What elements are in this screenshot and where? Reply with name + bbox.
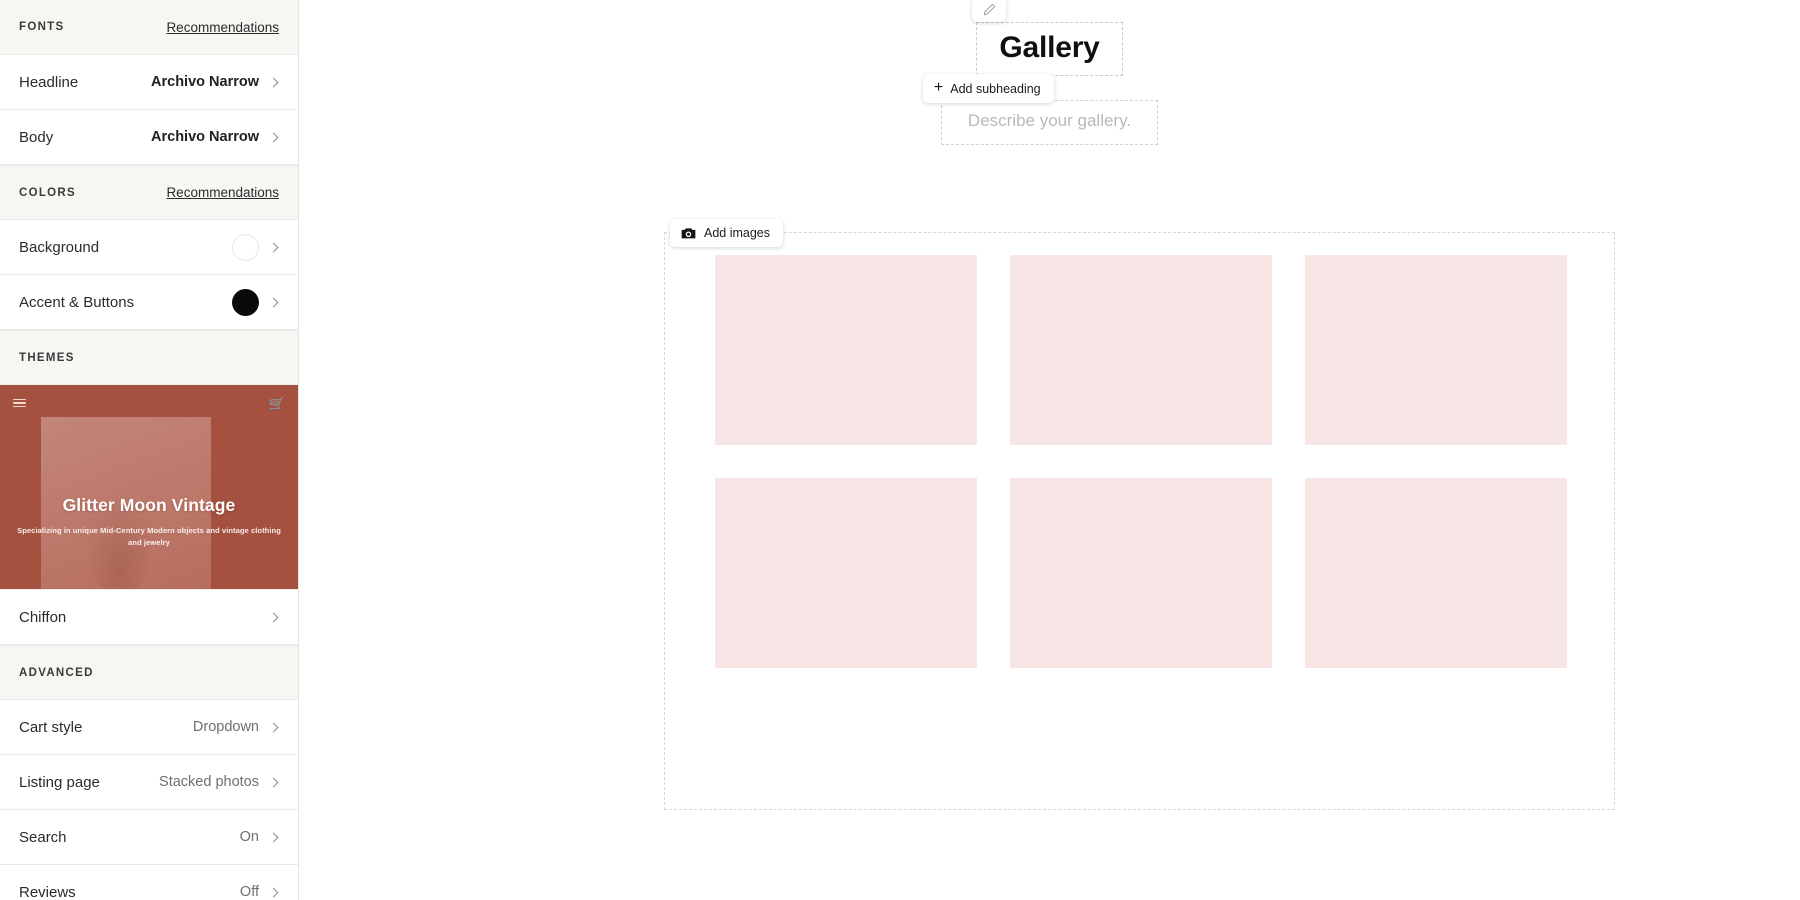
row-background-color[interactable]: Background xyxy=(0,220,298,275)
chevron-right-icon xyxy=(268,612,279,622)
row-cart-style[interactable]: Cart style Dropdown xyxy=(0,700,298,755)
row-right-body: Archivo Narrow xyxy=(151,129,279,145)
accent-color-swatch[interactable] xyxy=(232,288,259,316)
row-value-listing-page: Stacked photos xyxy=(159,774,259,790)
gallery-tile[interactable] xyxy=(1305,255,1567,445)
gallery-tile[interactable] xyxy=(715,478,977,668)
theme-preview-tagline: Specializing in unique Mid-Century Moder… xyxy=(17,526,281,548)
camera-icon xyxy=(681,227,696,238)
colors-recommendations-link[interactable]: Recommendations xyxy=(166,185,279,200)
row-label-search: Search xyxy=(19,828,67,846)
row-selected-theme[interactable]: Chiffon xyxy=(0,590,298,645)
page-canvas: Gallery + Add subheading Describe your g… xyxy=(299,0,1800,900)
chevron-right-icon xyxy=(268,887,279,897)
theme-preview-card[interactable]: 🛒 Glitter Moon Vintage Specializing in u… xyxy=(0,385,298,590)
section-header-fonts: FONTS Recommendations xyxy=(0,0,298,55)
subheading-wrap: + Add subheading Describe your gallery. xyxy=(922,74,1159,146)
edit-heading-button[interactable] xyxy=(972,0,1007,22)
row-right-headline: Archivo Narrow xyxy=(151,74,279,90)
subheading-placeholder: Describe your gallery. xyxy=(967,111,1132,131)
chevron-right-icon xyxy=(268,297,279,307)
design-sidebar: FONTS Recommendations Headline Archivo N… xyxy=(0,0,299,900)
gallery-tile[interactable] xyxy=(1010,255,1272,445)
add-images-label: Add images xyxy=(704,226,771,240)
row-label-listing-page: Listing page xyxy=(19,773,100,791)
row-label-headline: Headline xyxy=(19,73,79,91)
row-value-reviews: Off xyxy=(239,884,259,900)
row-value-cart-style: Dropdown xyxy=(192,719,259,735)
theme-preview-text: Glitter Moon Vintage Specializing in uni… xyxy=(0,495,298,550)
row-right-selected-theme xyxy=(268,612,279,622)
row-label-reviews: Reviews xyxy=(19,883,76,900)
row-right-accent xyxy=(232,288,279,316)
page-title-wrap: Gallery xyxy=(972,0,1123,77)
hamburger-menu-icon xyxy=(13,398,26,408)
theme-preview-topbar: 🛒 xyxy=(0,385,298,421)
section-title-advanced: ADVANCED xyxy=(19,666,94,679)
gallery-tile[interactable] xyxy=(1305,478,1567,668)
row-label-body: Body xyxy=(19,128,54,146)
gallery-header: Gallery + Add subheading Describe your g… xyxy=(299,0,1800,146)
pencil-edit-icon xyxy=(983,3,996,15)
add-images-button[interactable]: Add images xyxy=(670,219,784,247)
row-accent-color[interactable]: Accent & Buttons xyxy=(0,275,298,330)
row-right-search: On xyxy=(240,829,279,845)
row-label-cart-style: Cart style xyxy=(19,718,83,736)
shopping-cart-icon: 🛒 xyxy=(268,395,285,411)
section-title-colors: COLORS xyxy=(19,186,76,199)
add-subheading-label: Add subheading xyxy=(950,81,1041,96)
fonts-recommendations-link[interactable]: Recommendations xyxy=(166,20,279,35)
row-right-cart-style: Dropdown xyxy=(193,719,279,735)
page-title: Gallery xyxy=(999,31,1100,64)
theme-editor-app: FONTS Recommendations Headline Archivo N… xyxy=(0,0,1800,900)
page-title-field[interactable]: Gallery xyxy=(976,22,1123,77)
row-value-headline-font: Archivo Narrow xyxy=(151,74,259,90)
gallery-tile[interactable] xyxy=(1010,478,1272,668)
row-search[interactable]: Search On xyxy=(0,810,298,865)
chevron-right-icon xyxy=(268,832,279,842)
gallery-tile[interactable] xyxy=(715,255,977,445)
row-value-body-font: Archivo Narrow xyxy=(151,129,259,145)
section-header-advanced: ADVANCED xyxy=(0,645,298,700)
section-header-colors: COLORS Recommendations xyxy=(0,165,298,220)
chevron-right-icon xyxy=(268,77,279,87)
row-right-listing-page: Stacked photos xyxy=(159,774,279,790)
chevron-right-icon xyxy=(268,242,279,252)
row-listing-page[interactable]: Listing page Stacked photos xyxy=(0,755,298,810)
row-label-background: Background xyxy=(19,238,100,256)
row-label-selected-theme: Chiffon xyxy=(19,608,67,626)
add-subheading-button[interactable]: + Add subheading xyxy=(922,74,1054,104)
row-reviews[interactable]: Reviews Off xyxy=(0,865,298,900)
chevron-right-icon xyxy=(268,132,279,142)
row-value-search: On xyxy=(239,829,259,845)
subheading-field[interactable]: Describe your gallery. xyxy=(940,100,1159,146)
background-color-swatch[interactable] xyxy=(232,233,259,261)
gallery-section: Add images xyxy=(664,219,1615,810)
row-right-reviews: Off xyxy=(240,884,279,900)
plus-icon: + xyxy=(933,79,944,97)
theme-preview-shop-name: Glitter Moon Vintage xyxy=(62,495,236,515)
row-body-font[interactable]: Body Archivo Narrow xyxy=(0,110,298,165)
chevron-right-icon xyxy=(268,777,279,787)
gallery-grid xyxy=(715,255,1568,668)
section-title-themes: THEMES xyxy=(19,351,75,364)
section-header-themes: THEMES xyxy=(0,330,298,385)
row-label-accent: Accent & Buttons xyxy=(19,293,135,311)
row-headline-font[interactable]: Headline Archivo Narrow xyxy=(0,55,298,110)
chevron-right-icon xyxy=(268,722,279,732)
section-title-fonts: FONTS xyxy=(19,21,65,33)
row-right-background xyxy=(232,233,279,261)
